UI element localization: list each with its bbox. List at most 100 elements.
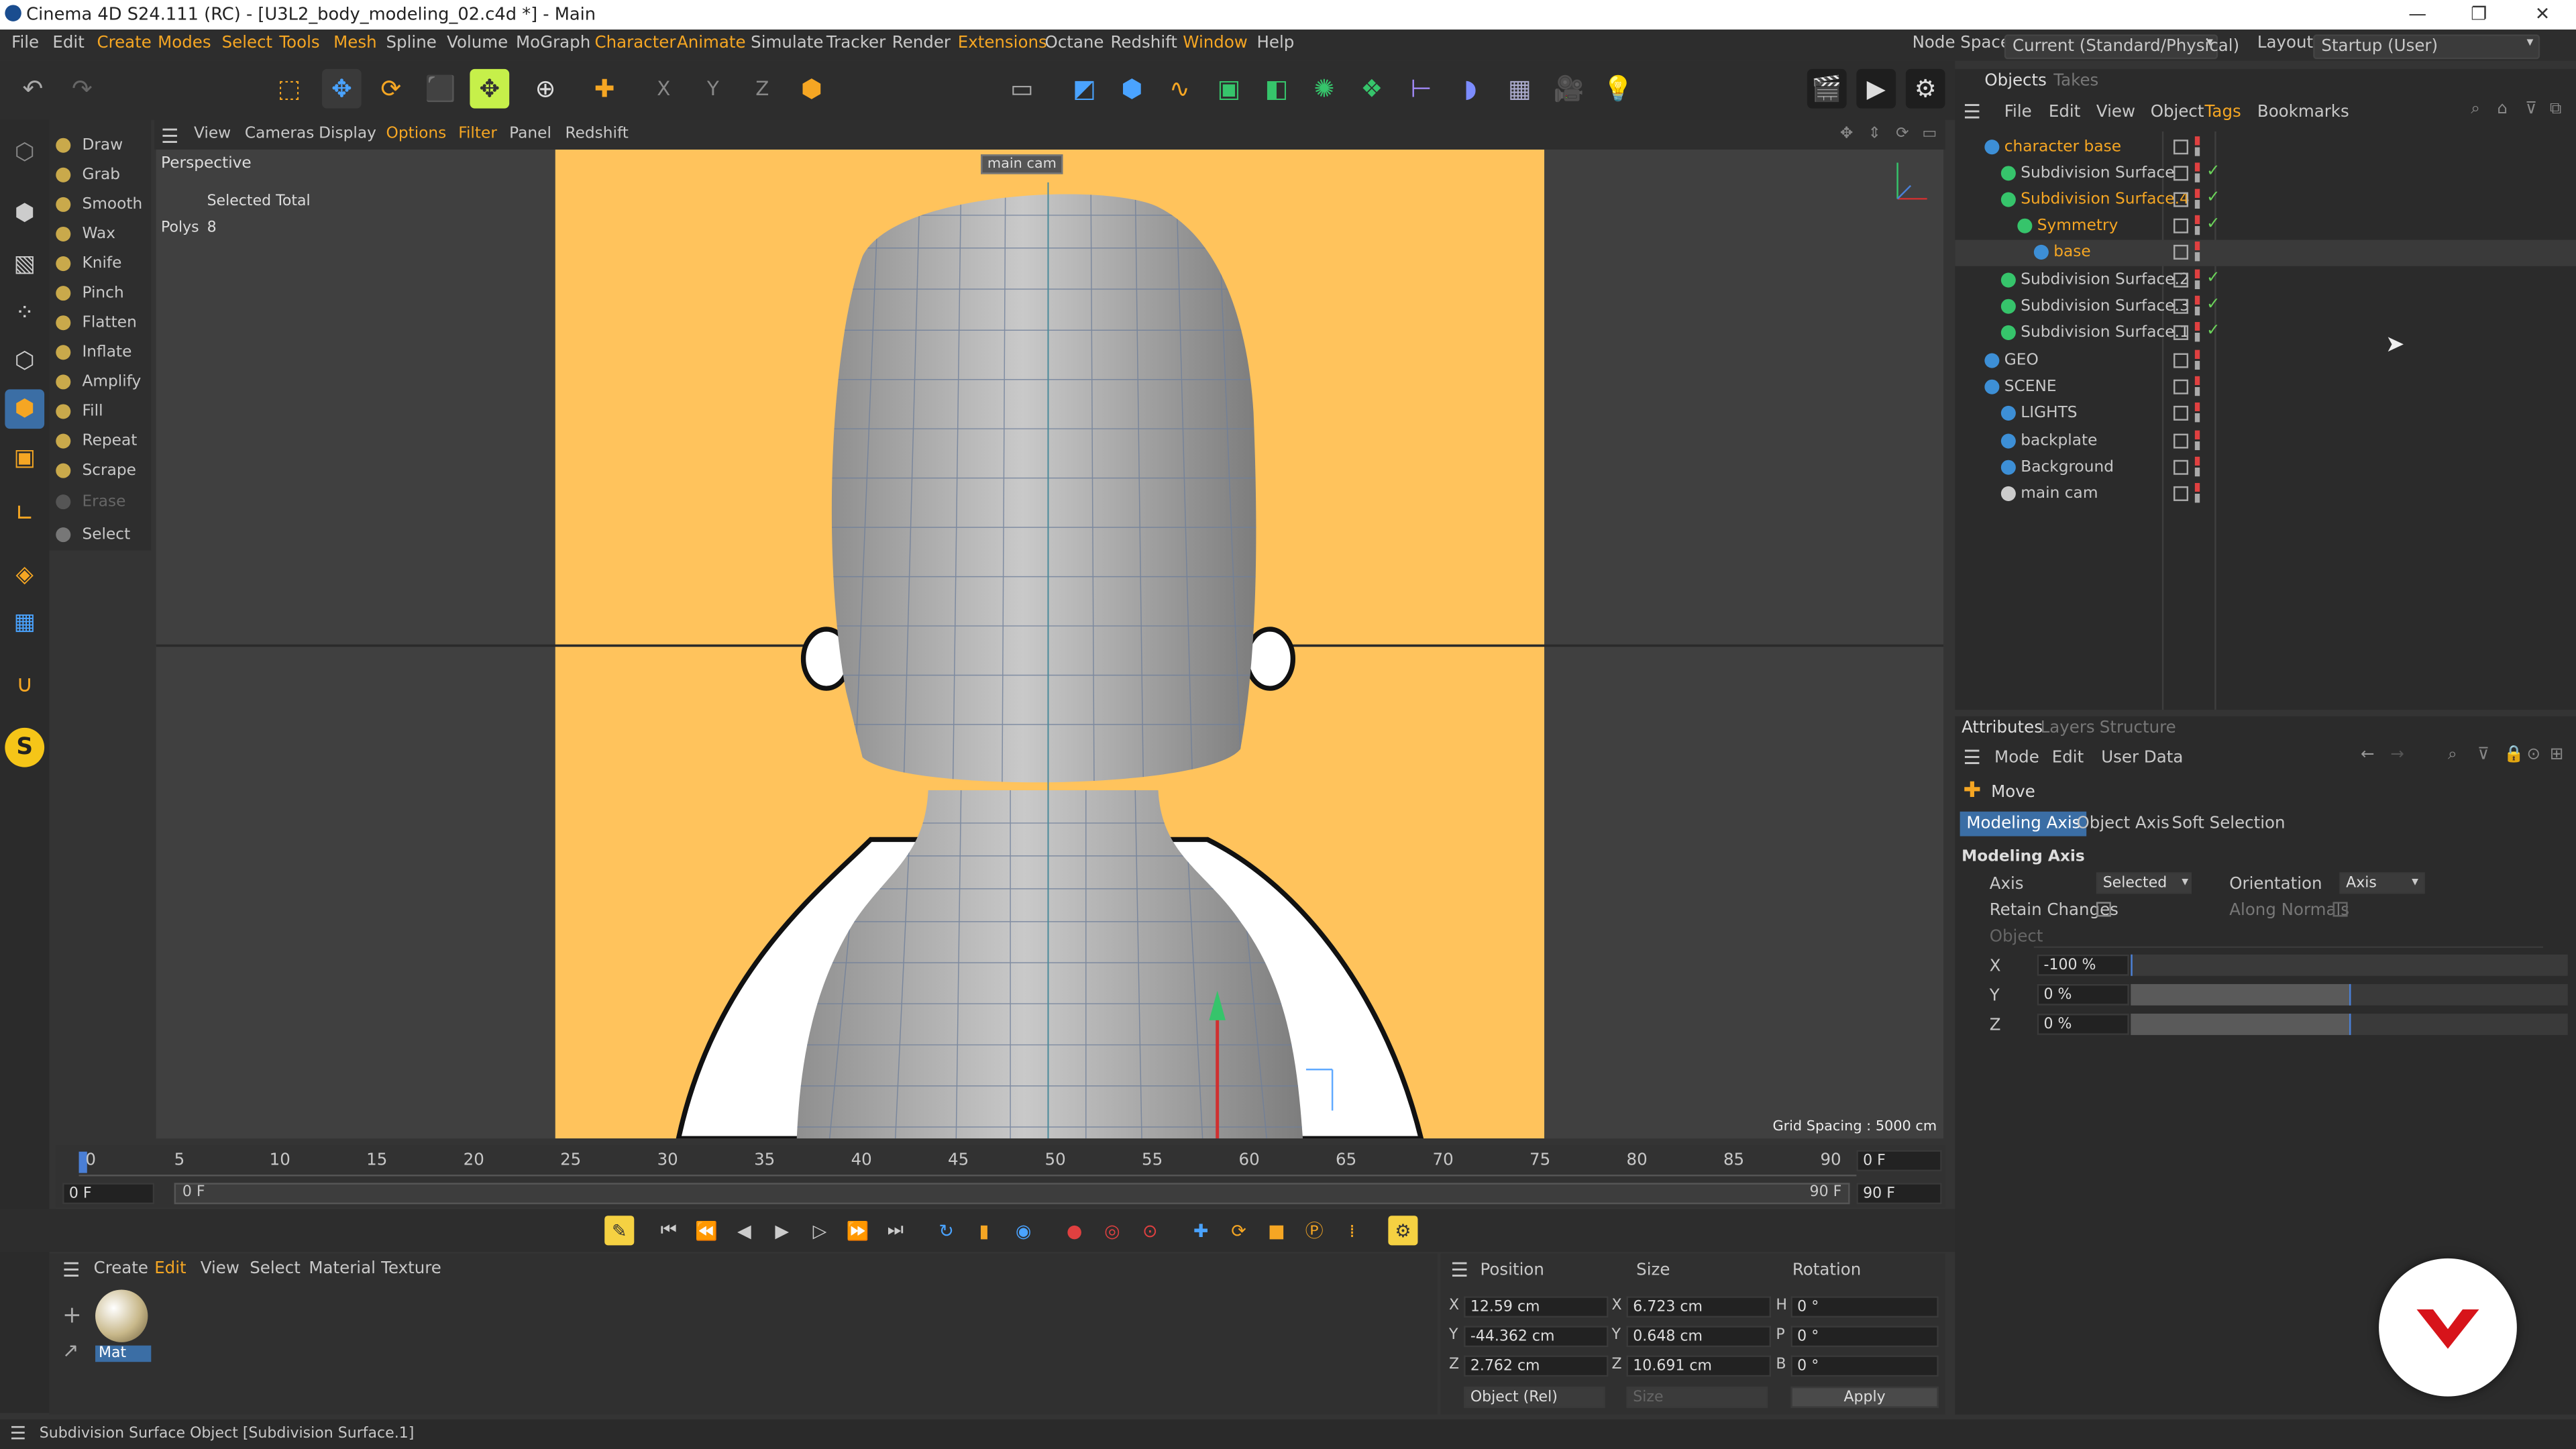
viewport-menu-filter[interactable]: Filter <box>458 125 497 143</box>
frame-ruler[interactable]: 0 5 10 15 20 25 30 35 40 45 50 55 60 65 … <box>78 1151 1857 1177</box>
camera-tag[interactable]: main cam <box>981 154 1063 174</box>
object-row[interactable]: Background <box>1955 455 2576 481</box>
camera-icon[interactable]: 🎥 <box>1549 69 1589 109</box>
tab-takes[interactable]: Takes <box>2053 72 2098 91</box>
layer-edit-icon[interactable] <box>2174 379 2189 394</box>
magnet-icon[interactable]: ∪ <box>5 665 44 705</box>
forward-arrow-icon[interactable]: → <box>2390 746 2404 764</box>
live-selection-icon[interactable]: ⬚ <box>270 69 309 109</box>
menu-tracker[interactable]: Tracker <box>826 34 885 52</box>
head-mesh[interactable] <box>831 194 1256 783</box>
menu-render[interactable]: Render <box>892 34 951 52</box>
object-menu-edit[interactable]: Edit <box>2049 103 2080 121</box>
position-x-field[interactable]: 12.59 cm <box>1464 1296 1609 1318</box>
start-frame-field[interactable]: 0 F <box>62 1183 155 1205</box>
layer-edit-icon[interactable] <box>2174 140 2189 155</box>
extrude-icon[interactable]: ◧ <box>1256 69 1296 109</box>
solo-icon[interactable]: S <box>5 727 45 767</box>
retain-changes-checkbox[interactable] <box>2096 902 2111 917</box>
attr-menu-user-data[interactable]: User Data <box>2101 749 2183 767</box>
hamburger-icon[interactable]: ☰ <box>62 1258 80 1281</box>
axis-dropdown[interactable]: Selected <box>2096 872 2192 894</box>
visibility-dots-icon[interactable] <box>2194 456 2200 477</box>
object-menu-file[interactable]: File <box>2004 103 2032 121</box>
visibility-dots-icon[interactable] <box>2194 376 2200 396</box>
floor-icon[interactable]: ▦ <box>1500 69 1540 109</box>
grid-snap-icon[interactable]: ▦ <box>5 603 44 643</box>
axis-mode-icon[interactable]: ∟ <box>5 494 44 534</box>
menu-select[interactable]: Select <box>222 34 273 52</box>
attr-menu-edit[interactable]: Edit <box>2052 749 2084 767</box>
layer-edit-icon[interactable] <box>2174 486 2189 501</box>
minimize-button[interactable]: — <box>2408 3 2426 25</box>
layer-edit-icon[interactable] <box>2174 244 2189 260</box>
motion-icon[interactable]: ⚙ <box>1388 1216 1418 1246</box>
visibility-dots-icon[interactable] <box>2194 269 2200 290</box>
material-menu-create[interactable]: Create <box>94 1260 148 1278</box>
world-coordinates-icon[interactable]: ⬢ <box>792 69 831 109</box>
spline-icon[interactable]: ∿ <box>1160 69 1199 109</box>
subtab-modeling-axis[interactable]: Modeling Axis <box>1960 811 2088 837</box>
z-axis-lock-icon[interactable]: Z <box>743 69 782 109</box>
parameter-key-icon[interactable]: Ⓟ <box>1299 1216 1329 1245</box>
layer-edit-icon[interactable] <box>2174 272 2189 288</box>
sculpt-knife[interactable]: Knife <box>56 250 121 276</box>
visibility-dots-icon[interactable] <box>2194 350 2200 370</box>
menu-help[interactable]: Help <box>1256 34 1294 52</box>
visibility-dots-icon[interactable] <box>2194 136 2200 156</box>
render-view-icon[interactable]: 🎬 <box>1807 68 1847 109</box>
visibility-dots-icon[interactable] <box>2194 430 2200 451</box>
attr-menu-mode[interactable]: Mode <box>1994 749 2039 767</box>
enabled-check-icon[interactable]: ✓ <box>2206 189 2220 207</box>
model-mode-icon[interactable]: ⬢ <box>5 194 44 233</box>
enabled-check-icon[interactable]: ✓ <box>2206 322 2220 340</box>
goto-end-icon[interactable]: ⏭ <box>881 1216 910 1245</box>
object-row[interactable]: Symmetry ✓ <box>1955 213 2576 239</box>
render-picture-icon[interactable]: ▶ <box>1856 68 1896 109</box>
previous-frame-icon[interactable]: ◀ <box>729 1216 759 1245</box>
hamburger-icon[interactable]: ☰ <box>1964 100 1981 123</box>
loop-icon[interactable]: ↻ <box>932 1216 961 1245</box>
tab-structure[interactable]: Structure <box>2100 720 2176 738</box>
visibility-dots-icon[interactable] <box>2194 483 2200 503</box>
sculpt-erase[interactable]: Erase <box>56 488 125 514</box>
next-frame-icon[interactable]: ▷ <box>805 1216 835 1245</box>
layer-edit-icon[interactable] <box>2174 192 2189 207</box>
maximize-viewport-icon[interactable]: ▭ <box>1922 125 1937 143</box>
coordinate-mode-dropdown[interactable]: Object (Rel) <box>1464 1386 1605 1408</box>
x-axis-lock-icon[interactable]: X <box>644 69 684 109</box>
viewport-menu-options[interactable]: Options <box>386 125 447 143</box>
menu-simulate[interactable]: Simulate <box>751 34 823 52</box>
keyframe-selection-icon[interactable]: ⊙ <box>1135 1216 1165 1245</box>
tab-objects[interactable]: Objects <box>1984 72 2047 91</box>
viewport-menu-panel[interactable]: Panel <box>509 125 551 143</box>
menu-tools[interactable]: Tools <box>279 34 319 52</box>
layer-edit-icon[interactable] <box>2174 218 2189 233</box>
perspective-viewport[interactable]: Perspective Selected Total Polys 8 main … <box>156 149 1944 1139</box>
object-row[interactable]: GEO <box>1955 348 2576 374</box>
render-region-icon[interactable]: ▭ <box>1002 69 1042 109</box>
autokey-icon[interactable]: ◎ <box>1097 1216 1127 1245</box>
object-row[interactable]: backplate <box>1955 429 2576 455</box>
dolly-icon[interactable]: ⇕ <box>1868 125 1881 143</box>
undo-icon[interactable]: ↶ <box>13 69 53 109</box>
viewport-menu-redshift[interactable]: Redshift <box>565 125 628 143</box>
size-y-field[interactable]: 0.648 cm <box>1626 1326 1772 1348</box>
size-z-field[interactable]: 10.691 cm <box>1626 1355 1772 1377</box>
scale-key-icon[interactable]: ■ <box>1262 1216 1291 1245</box>
hamburger-icon[interactable]: ☰ <box>1964 746 1981 769</box>
menu-spline[interactable]: Spline <box>386 34 437 52</box>
sculpt-inflate[interactable]: Inflate <box>56 338 131 364</box>
material-swatch[interactable]: Mat <box>95 1289 152 1368</box>
render-settings-icon[interactable]: ⚙ <box>1905 68 1945 109</box>
hamburger-icon[interactable]: ☰ <box>10 1423 26 1444</box>
layer-edit-icon[interactable] <box>2174 353 2189 368</box>
node-space-dropdown[interactable]: Current (Standard/Physical) <box>2004 34 2239 60</box>
viewport-menu-view[interactable]: View <box>194 125 231 143</box>
tab-layers[interactable]: Layers <box>2041 720 2095 738</box>
enabled-check-icon[interactable]: ✓ <box>2206 296 2220 314</box>
viewport-menu-display[interactable]: Display <box>319 125 376 143</box>
rotation-h-field[interactable]: 0 ° <box>1790 1296 1939 1318</box>
size-x-field[interactable]: 6.723 cm <box>1626 1296 1772 1318</box>
search-icon[interactable]: ⌕ <box>2448 746 2457 764</box>
